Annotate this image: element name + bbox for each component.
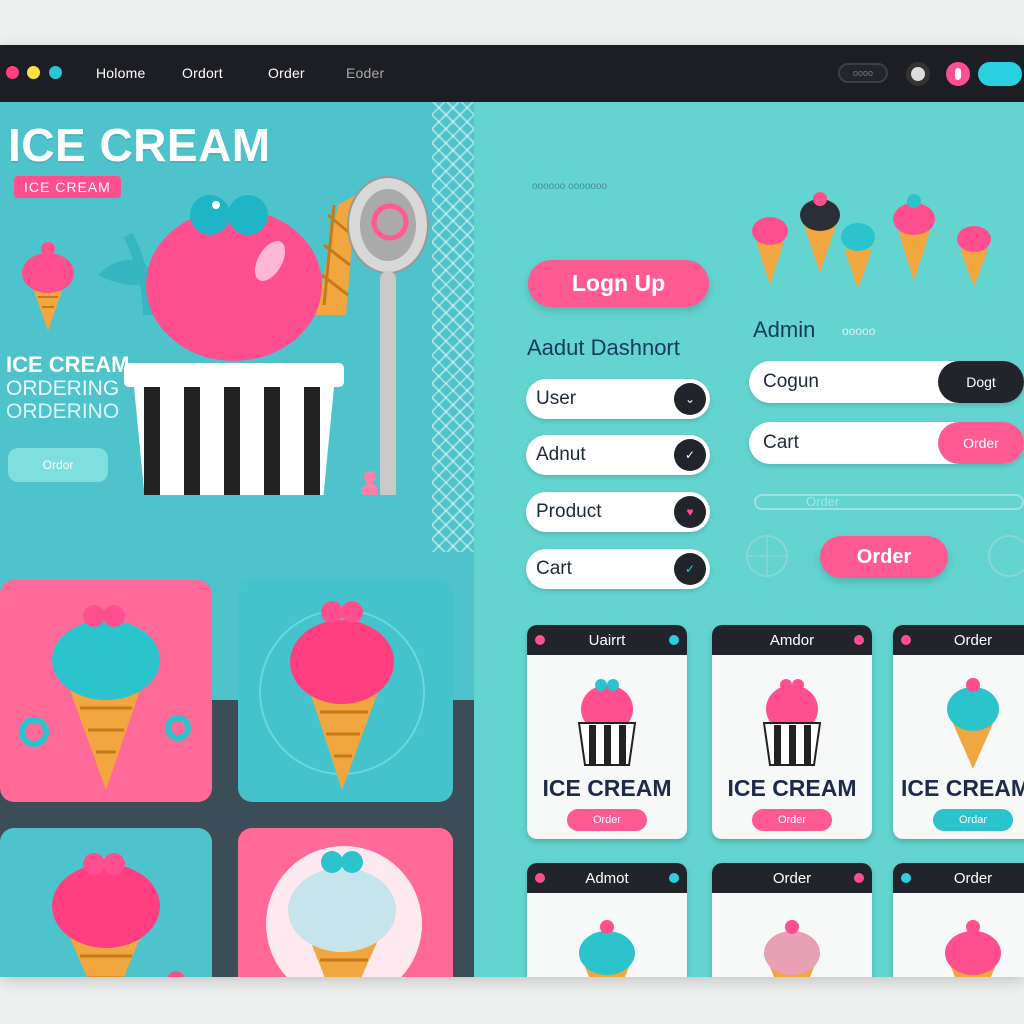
- order-button[interactable]: Order: [820, 536, 948, 578]
- card-header-label: Order: [772, 869, 812, 887]
- hero-subtitle-line1: ICE CREAM: [6, 352, 130, 377]
- nav-home[interactable]: Holome: [96, 65, 145, 81]
- card-header-label: Admot: [585, 869, 629, 887]
- target-icon: [988, 535, 1024, 577]
- menu-item-label: Adnut: [536, 444, 586, 465]
- cart-row[interactable]: Cart Order: [749, 422, 1024, 464]
- check-icon[interactable]: ✓: [674, 553, 706, 585]
- gallery-tile-2[interactable]: [238, 580, 453, 802]
- ice-cream-cup-icon: [762, 679, 822, 766]
- cone-icon: [266, 846, 422, 977]
- card-header: Order: [893, 863, 1024, 893]
- gallery-tile-1[interactable]: [0, 580, 212, 802]
- hero-subtitle-line3: ORDERINO: [6, 400, 120, 423]
- status-dot: [901, 635, 911, 645]
- product-card[interactable]: Order ICE CREAM Ordar: [893, 625, 1024, 839]
- login-row-action[interactable]: Dogt: [938, 361, 1024, 403]
- window-close-dot[interactable]: [6, 66, 19, 79]
- nav-orders[interactable]: Ordort: [182, 65, 223, 81]
- hero-order-button[interactable]: Ordor: [8, 448, 108, 482]
- profile-glyph-icon: [955, 68, 961, 80]
- app-window: Holome Ordort Order Eoder oooo ICE CREAM…: [0, 45, 1024, 977]
- toggle-switch[interactable]: [978, 62, 1022, 86]
- product-card[interactable]: Amdor ICE CREAM Order: [712, 625, 872, 839]
- login-row-label: Cogun: [763, 371, 819, 392]
- menu-item-label: Product: [536, 501, 602, 522]
- card-title: ICE CREAM: [542, 775, 672, 801]
- window-maximize-dot[interactable]: [49, 66, 62, 79]
- window-minimize-dot[interactable]: [27, 66, 40, 79]
- nav-extra[interactable]: Eoder: [346, 65, 384, 81]
- record-icon[interactable]: [906, 62, 930, 86]
- profile-icon[interactable]: [946, 62, 970, 86]
- cone-icon: [579, 920, 635, 977]
- product-card[interactable]: Admot: [527, 863, 687, 977]
- ice-cream-cup-icon: [577, 679, 637, 766]
- check-icon[interactable]: ✓: [674, 439, 706, 471]
- card-order-button[interactable]: Order: [752, 809, 832, 831]
- menu-item-cart[interactable]: Cart ✓: [526, 549, 710, 589]
- card-header: Admot: [527, 863, 687, 893]
- cart-row-action[interactable]: Order: [938, 422, 1024, 464]
- nav-order[interactable]: Order: [268, 65, 305, 81]
- card-header: Order: [893, 625, 1024, 655]
- menu-item-product[interactable]: Product ♥: [526, 492, 710, 532]
- admin-title: Admin: [753, 317, 816, 342]
- title-bar: Holome Ordort Order Eoder oooo: [0, 45, 1024, 102]
- chevron-down-icon[interactable]: ⌄: [674, 383, 706, 415]
- hero-title: ICE CREAM: [8, 119, 271, 171]
- card-order-button[interactable]: Ordar: [933, 809, 1013, 831]
- cone-row-icon: [752, 192, 991, 289]
- small-cone-icon: [22, 242, 74, 331]
- cone-icon: [947, 678, 999, 769]
- card-header: Order: [712, 863, 872, 893]
- status-dot: [854, 873, 864, 883]
- faded-caption: oooooo ooooooo: [532, 181, 608, 192]
- cone-icon: [259, 601, 425, 790]
- hero-subtitle-line2: ORDERING: [6, 377, 120, 400]
- card-title: ICE CREAM: [727, 775, 857, 801]
- card-header: Amdor: [712, 625, 872, 655]
- search-box[interactable]: oooo: [838, 63, 888, 83]
- cone-icon: [52, 853, 185, 977]
- admin-subtitle: ooooo: [842, 324, 876, 338]
- card-header-label: Order: [953, 869, 993, 887]
- status-dot: [669, 635, 679, 645]
- card-header-label: Amdor: [769, 631, 815, 649]
- product-card[interactable]: Order: [712, 863, 872, 977]
- target-icon: [746, 535, 788, 577]
- menu-item-label: Cart: [536, 558, 572, 579]
- card-title: ICE CREAM: [901, 775, 1024, 801]
- dashboard-title: Aadut Dashnort: [527, 335, 680, 360]
- cone-icon: [764, 920, 820, 977]
- heart-icon[interactable]: ♥: [674, 496, 706, 528]
- card-order-button[interactable]: Order: [567, 809, 647, 831]
- card-header-label: Uairrt: [588, 631, 626, 649]
- card-header-label: Order: [953, 631, 993, 649]
- gallery-tile-3[interactable]: [0, 828, 212, 977]
- faded-order-bar: Order: [754, 494, 1024, 510]
- status-dot: [535, 873, 545, 883]
- cone-icon: [19, 605, 191, 790]
- status-dot: [669, 873, 679, 883]
- sign-up-button[interactable]: Logn Up: [528, 260, 709, 307]
- status-dot: [901, 873, 911, 883]
- menu-item-admin[interactable]: Adnut ✓: [526, 435, 710, 475]
- menu-item-user[interactable]: User ⌄: [526, 379, 710, 419]
- status-dot: [535, 635, 545, 645]
- cone-icon: [945, 920, 1001, 977]
- cart-row-label: Cart: [763, 432, 799, 453]
- status-dot: [854, 635, 864, 645]
- menu-item-label: User: [536, 388, 577, 409]
- gallery-tile-4[interactable]: [238, 828, 453, 977]
- card-header: Uairrt: [527, 625, 687, 655]
- product-card[interactable]: Uairrt ICE CREAM Order: [527, 625, 687, 839]
- donut-ring-icon: [371, 203, 409, 241]
- login-row[interactable]: Cogun Dogt: [749, 361, 1024, 403]
- product-card[interactable]: Order: [893, 863, 1024, 977]
